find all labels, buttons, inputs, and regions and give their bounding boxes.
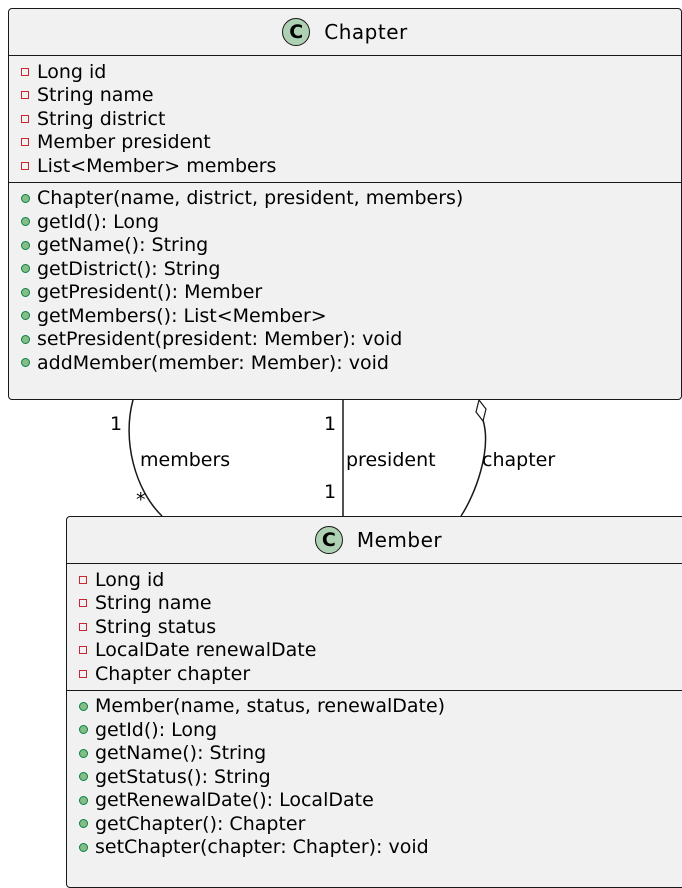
chapter-relation-label: chapter <box>482 449 555 471</box>
president-relation-label: president <box>346 449 436 471</box>
members-source-multiplicity: 1 <box>110 413 122 435</box>
members-relation-label: members <box>140 449 230 471</box>
aggregation-diamond-icon <box>475 398 487 423</box>
president-target-multiplicity: 1 <box>324 481 336 503</box>
relations-layer: 1 * members 1 1 president chapter <box>110 398 555 517</box>
president-source-multiplicity: 1 <box>324 413 336 435</box>
members-target-multiplicity: * <box>136 489 146 511</box>
